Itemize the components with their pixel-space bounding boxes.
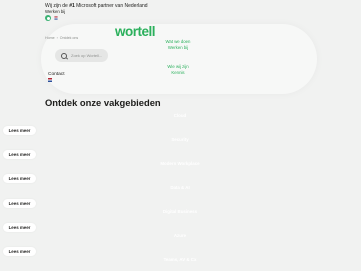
green-round-icon[interactable]	[45, 15, 51, 21]
read-more-button[interactable]: Lees meer	[3, 150, 36, 159]
read-more-button[interactable]: Lees meer	[3, 199, 36, 208]
section-heading: Ontdek onze vakgebieden	[45, 97, 161, 108]
breadcrumb-current: Ontdek ons	[59, 36, 79, 40]
read-more-button[interactable]: Lees meer	[3, 223, 36, 232]
search-icon	[61, 52, 67, 59]
nav-label[interactable]: Werken bij	[168, 45, 188, 50]
nav-label[interactable]: Wat we doen	[166, 39, 191, 44]
werken-bij-link[interactable]: Werken bij	[45, 9, 148, 15]
nav-item-wat-we-doen[interactable]: Wat we doen Werken bij	[158, 39, 198, 50]
read-more-button[interactable]: Lees meer	[3, 247, 36, 256]
contact-label[interactable]: Contact	[48, 72, 65, 77]
dutch-flag-icon[interactable]	[54, 16, 58, 20]
area-cloud[interactable]: Cloud	[150, 113, 210, 118]
wortell-logo[interactable]: wortell	[115, 24, 156, 39]
area-security[interactable]: Security	[150, 137, 210, 142]
breadcrumb-separator: ›	[56, 36, 58, 40]
area-teams[interactable]: Teams, AV & Cx	[150, 257, 210, 262]
area-data-ai[interactable]: Data & AI	[150, 185, 210, 190]
nav-label[interactable]: Kennis	[171, 70, 184, 75]
area-digital-business[interactable]: Digital Business	[150, 209, 210, 214]
search-placeholder: Zoek op Wortell...	[71, 53, 103, 58]
read-more-button[interactable]: Lees meer	[3, 174, 36, 183]
read-more-button[interactable]: Lees meer	[3, 126, 36, 135]
dutch-flag-icon[interactable]	[48, 78, 52, 82]
nav-label[interactable]: Wie wij zijn	[167, 64, 188, 69]
search-input[interactable]: Zoek op Wortell...	[55, 49, 108, 62]
top-announcement-bar: Wij zijn de #1 Microsoft partner van Ned…	[45, 3, 148, 15]
language-switcher[interactable]	[45, 15, 58, 21]
breadcrumb-home[interactable]: Home	[45, 36, 55, 40]
area-azure[interactable]: Azure	[150, 233, 210, 238]
contact-link[interactable]: Contact	[48, 72, 65, 77]
area-modern-workplace[interactable]: Modern Workplace	[150, 161, 210, 166]
breadcrumb: Home › Ontdek ons	[45, 36, 78, 40]
nav-item-wie-wij-zijn[interactable]: Wie wij zijn Kennis	[158, 64, 198, 75]
